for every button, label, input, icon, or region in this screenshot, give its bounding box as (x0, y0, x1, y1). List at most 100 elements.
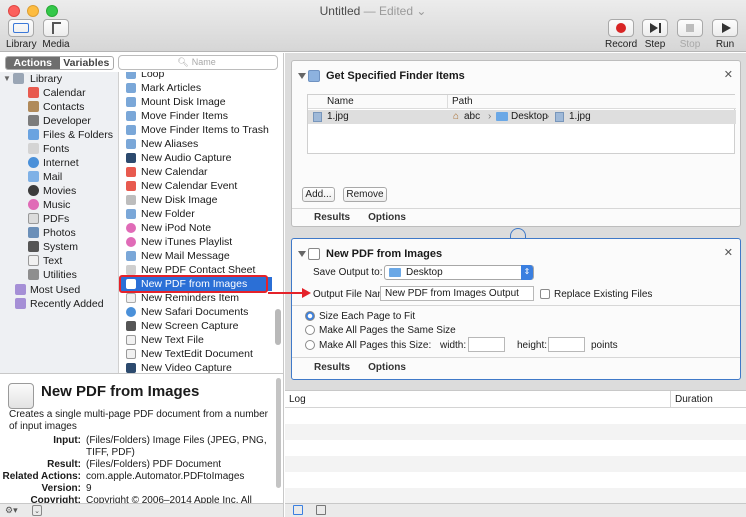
action-item[interactable]: New Calendar Event (120, 179, 272, 193)
disclosure-triangle-icon[interactable]: ▼ (3, 72, 11, 86)
system-icon (28, 241, 39, 252)
radio-this-size-label: Make All Pages this Size: (319, 340, 432, 351)
action-icon (126, 237, 136, 247)
action-item[interactable]: New Calendar (120, 165, 272, 179)
output-name-field[interactable]: New PDF from Images Output (380, 286, 534, 301)
record-button[interactable]: Record (605, 19, 637, 50)
action-item[interactable]: New Audio Capture (120, 151, 272, 165)
action-item[interactable]: Mark Articles (120, 81, 272, 95)
close-icon[interactable]: ✕ (724, 68, 733, 81)
search-icon: 🔍︎ (177, 57, 189, 67)
category-library[interactable]: ▼ Library (0, 72, 119, 86)
action-icon (126, 97, 136, 107)
action-list-scrollbar[interactable] (275, 309, 281, 345)
category-pdfs[interactable]: PDFs (0, 212, 119, 226)
action-item[interactable]: Move Finder Items to Trash (120, 123, 272, 137)
action-icon (126, 307, 136, 317)
category-label: Mail (43, 171, 63, 183)
chevron-down-icon[interactable]: ⌄ (32, 505, 42, 516)
collapse-triangle-icon[interactable] (298, 73, 306, 79)
action-item[interactable]: New Mail Message (120, 249, 272, 263)
add-button[interactable]: Add... (302, 187, 335, 202)
category-text[interactable]: Text (0, 254, 119, 268)
library-toggle-button[interactable]: Library (6, 19, 37, 50)
category-label: Contacts (43, 101, 85, 113)
action-list: Loop Mark Articles Mount Disk Image Move… (120, 72, 272, 373)
gear-icon[interactable]: ⚙︎▾ (5, 505, 18, 516)
category-most-used[interactable]: Most Used (0, 283, 119, 297)
category-contacts[interactable]: Contacts (0, 100, 119, 114)
column-name-header[interactable]: Name (327, 95, 354, 109)
height-field[interactable] (548, 337, 585, 352)
mail-icon (28, 171, 39, 182)
step-button[interactable]: Step (641, 19, 669, 50)
category-system[interactable]: System (0, 240, 119, 254)
tab-actions[interactable]: Actions (6, 57, 60, 69)
description-scrollbar[interactable] (276, 378, 281, 488)
radio-this-size[interactable] (305, 340, 315, 350)
category-label: Fonts (43, 143, 70, 155)
highlight-box (119, 275, 268, 293)
action-icon (126, 83, 136, 93)
action-label: New TextEdit Document (141, 348, 253, 360)
column-path-header[interactable]: Path (452, 95, 473, 109)
save-output-popup[interactable]: Desktop ⇕ (384, 265, 534, 280)
close-icon[interactable]: ✕ (724, 246, 733, 259)
save-output-label: Save Output to: (313, 267, 383, 278)
list-view-icon[interactable] (293, 505, 303, 515)
action-item[interactable]: New Disk Image (120, 193, 272, 207)
table-row[interactable]: 1.jpg ⌂ abc › Desktop › 1.jpg (308, 110, 736, 124)
duration-column-header[interactable]: Duration (675, 391, 713, 408)
category-utilities[interactable]: Utilities (0, 268, 119, 282)
edited-indicator[interactable]: — Edited ⌄ (364, 4, 427, 18)
run-icon (712, 19, 738, 37)
category-developer[interactable]: Developer (0, 114, 119, 128)
tab-variables[interactable]: Variables (60, 57, 114, 69)
action-item[interactable]: New Text File (120, 333, 272, 347)
action-item[interactable]: New TextEdit Document (120, 347, 272, 361)
stop-button[interactable]: Stop (676, 19, 704, 50)
options-link[interactable]: Options (368, 362, 406, 373)
action-item[interactable]: New Reminders Item (120, 291, 272, 305)
popup-arrows-icon: ⇕ (521, 265, 533, 280)
results-link[interactable]: Results (314, 212, 350, 223)
action-item[interactable]: Mount Disk Image (120, 95, 272, 109)
category-internet[interactable]: Internet (0, 156, 119, 170)
collapse-triangle-icon[interactable] (298, 251, 306, 257)
options-link[interactable]: Options (368, 212, 406, 223)
radio-size-to-fit[interactable] (305, 311, 315, 321)
record-label: Record (605, 39, 638, 50)
window-title: Untitled — Edited ⌄ (0, 4, 746, 18)
media-button[interactable]: Media (40, 19, 72, 50)
category-calendar[interactable]: Calendar (0, 86, 119, 100)
action-item[interactable]: Loop (120, 72, 272, 81)
category-movies[interactable]: Movies (0, 184, 119, 198)
radio-same-size[interactable] (305, 325, 315, 335)
replace-existing-checkbox[interactable] (540, 289, 550, 299)
width-field[interactable] (468, 337, 505, 352)
category-mail[interactable]: Mail (0, 170, 119, 184)
category-files-folders[interactable]: Files & Folders (0, 128, 119, 142)
action-item[interactable]: New Folder (120, 207, 272, 221)
action-item[interactable]: New iTunes Playlist (120, 235, 272, 249)
category-recently-added[interactable]: Recently Added (0, 297, 119, 311)
folder-icon (389, 268, 401, 277)
category-fonts[interactable]: Fonts (0, 142, 119, 156)
meta-value: Copyright © 2006–2014 Apple Inc. All rig… (86, 495, 252, 503)
category-music[interactable]: Music (0, 198, 119, 212)
flow-view-icon[interactable] (316, 505, 326, 515)
chevron-right-icon: › (546, 111, 550, 122)
search-input[interactable]: 🔍︎ Name (118, 55, 278, 70)
category-photos[interactable]: Photos (0, 226, 119, 240)
remove-button[interactable]: Remove (343, 187, 387, 202)
action-item[interactable]: New Video Capture (120, 361, 272, 373)
action-item[interactable]: New iPod Note (120, 221, 272, 235)
results-link[interactable]: Results (314, 362, 350, 373)
action-item[interactable]: New Safari Documents (120, 305, 272, 319)
category-label: Library (30, 73, 63, 85)
action-item[interactable]: Move Finder Items (120, 109, 272, 123)
action-item[interactable]: New Aliases (120, 137, 272, 151)
action-item[interactable]: New Screen Capture (120, 319, 272, 333)
run-button[interactable]: Run (711, 19, 739, 50)
log-column-header[interactable]: Log (289, 391, 306, 408)
